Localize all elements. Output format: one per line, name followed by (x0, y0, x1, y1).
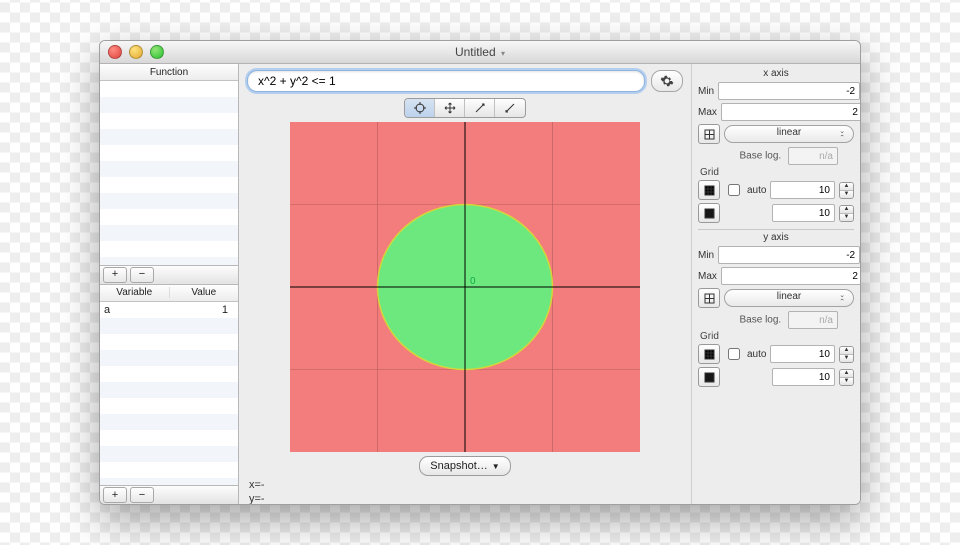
plot-container: 0 (247, 122, 683, 452)
remove-variable-button[interactable]: − (130, 487, 154, 503)
tool-pan[interactable] (435, 99, 465, 117)
functions-header: Function (100, 64, 238, 81)
y-axis-block: y axis Min ▲▼ Max ▲▼ linear (698, 229, 854, 387)
x-axis-title: x axis (698, 68, 854, 79)
x-grid-auto-checkbox[interactable] (728, 184, 740, 196)
variables-toolbar: + − (100, 485, 238, 504)
x-grid-major-input[interactable] (770, 181, 835, 199)
snapshot-label: Snapshot… (430, 460, 487, 472)
functions-toolbar: + − (100, 265, 238, 284)
gear-icon (660, 74, 674, 88)
functions-list[interactable] (100, 81, 238, 265)
window-title-text: Untitled (455, 45, 496, 59)
x-grid-label: Grid (700, 167, 854, 178)
settings-button[interactable] (651, 70, 683, 92)
y-min-input[interactable] (718, 246, 860, 264)
variables-header: Variable Value (100, 285, 238, 302)
x-scale-select[interactable]: linear (724, 125, 854, 143)
y-grid-major-toggle[interactable] (698, 344, 720, 364)
remove-function-button[interactable]: − (130, 267, 154, 283)
variable-name: a (104, 304, 164, 316)
zoom-out-icon (474, 102, 486, 114)
title-dropdown-icon: ▾ (501, 49, 505, 58)
y-min-label: Min (698, 250, 714, 261)
window-title[interactable]: Untitled ▾ (100, 45, 860, 59)
variables-list[interactable]: a 1 (100, 302, 238, 486)
grid-major-icon (704, 185, 715, 196)
status-x: x=- (249, 478, 681, 492)
x-max-label: Max (698, 107, 717, 118)
y-baselog-input (788, 311, 838, 329)
x-axis-block: x axis Min ▲▼ Max ▲▼ linear (698, 68, 854, 223)
variables-col1: Variable (100, 287, 170, 298)
frame-icon (704, 129, 715, 140)
y-grid-major-input[interactable] (770, 345, 835, 363)
variables-col2: Value (170, 287, 239, 298)
x-min-label: Min (698, 86, 714, 97)
chevron-down-icon: ▼ (492, 462, 500, 471)
y-grid-label: Grid (700, 331, 854, 342)
plot-svg: 0 (290, 122, 640, 452)
tool-crosshair[interactable] (405, 99, 435, 117)
y-baselog-label: Base log. (740, 315, 782, 326)
sidebar: Function + − Variable Value a 1 + − (100, 64, 239, 504)
y-grid-minor-input[interactable] (772, 368, 835, 386)
main-panel: 0 Snapshot… ▼ x=- y=- (239, 64, 691, 504)
y-grid-minor-toggle[interactable] (698, 367, 720, 387)
y-grid-auto-label: auto (747, 349, 766, 360)
x-max-input[interactable] (721, 103, 861, 121)
frame-icon (704, 293, 715, 304)
tool-segment (404, 98, 526, 118)
variable-value: 1 (164, 304, 234, 316)
axes-panel: x axis Min ▲▼ Max ▲▼ linear (691, 64, 860, 504)
y-axis-title: y axis (698, 232, 854, 243)
origin-label: 0 (470, 276, 476, 287)
formula-row (247, 70, 683, 92)
x-axis-frame-button[interactable] (698, 124, 720, 144)
variable-row[interactable]: a 1 (100, 302, 238, 318)
formula-input[interactable] (247, 70, 645, 92)
snapshot-button[interactable]: Snapshot… ▼ (419, 456, 510, 476)
plot-toolbar (247, 98, 683, 118)
y-max-input[interactable] (721, 267, 861, 285)
x-grid-major-stepper[interactable]: ▲▼ (839, 182, 854, 199)
y-max-label: Max (698, 271, 717, 282)
x-baselog-input (788, 147, 838, 165)
crosshair-icon (414, 102, 426, 114)
x-min-input[interactable] (718, 82, 860, 100)
x-grid-auto-label: auto (747, 185, 766, 196)
grid-minor-icon (704, 208, 715, 219)
x-grid-minor-stepper[interactable]: ▲▼ (839, 205, 854, 222)
pan-icon (444, 102, 456, 114)
grid-minor-icon (704, 372, 715, 383)
snapshot-row: Snapshot… ▼ (247, 452, 683, 478)
y-grid-auto-checkbox[interactable] (728, 348, 740, 360)
functions-header-label: Function (100, 67, 238, 78)
titlebar[interactable]: Untitled ▾ (100, 41, 860, 64)
app-window: Untitled ▾ Function + − Variable Value a (99, 40, 861, 505)
y-grid-major-stepper[interactable]: ▲▼ (839, 346, 854, 363)
plot-area[interactable]: 0 (290, 122, 640, 452)
x-grid-major-toggle[interactable] (698, 180, 720, 200)
status-y: y=- (249, 492, 681, 505)
add-function-button[interactable]: + (103, 267, 127, 283)
grid-major-icon (704, 349, 715, 360)
zoom-in-icon (504, 102, 516, 114)
y-grid-minor-stepper[interactable]: ▲▼ (839, 369, 854, 386)
x-baselog-label: Base log. (740, 151, 782, 162)
tool-zoom-in[interactable] (495, 99, 525, 117)
y-scale-select[interactable]: linear (724, 289, 854, 307)
x-grid-minor-input[interactable] (772, 204, 835, 222)
x-grid-minor-toggle[interactable] (698, 203, 720, 223)
content: Function + − Variable Value a 1 + − (100, 64, 860, 504)
tool-zoom-out[interactable] (465, 99, 495, 117)
y-axis-frame-button[interactable] (698, 288, 720, 308)
status-readout: x=- y=- (247, 478, 683, 505)
add-variable-button[interactable]: + (103, 487, 127, 503)
